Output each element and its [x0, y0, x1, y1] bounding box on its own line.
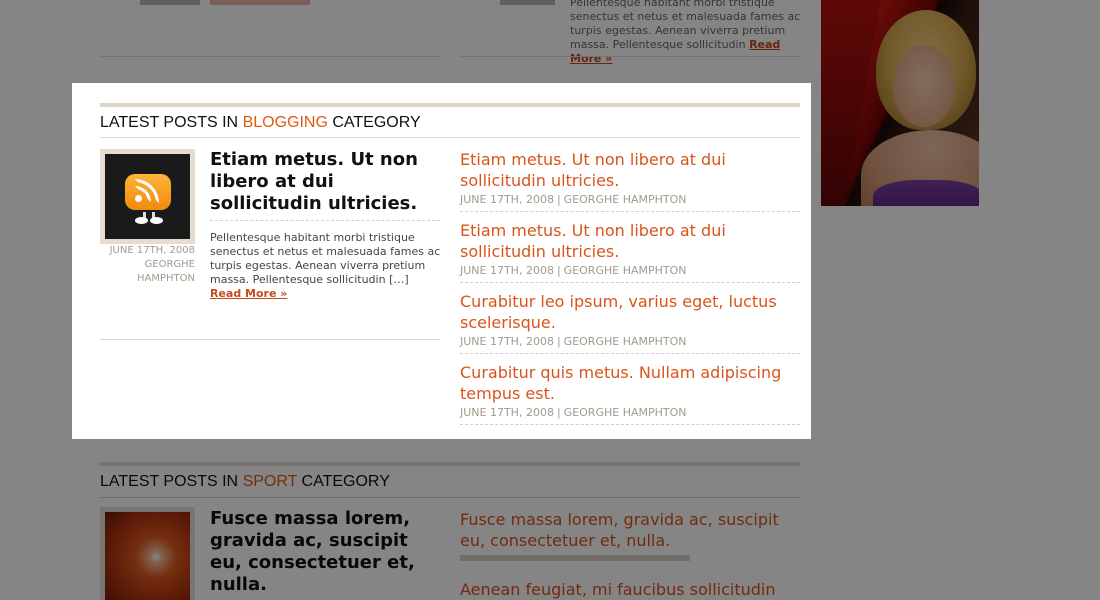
post-meta: June 17th, 2008 | Georghe Hamphton: [460, 193, 687, 206]
post-date: June 17th, 2008: [109, 245, 195, 256]
section-title-rule: [100, 137, 800, 138]
list-item: Etiam metus. Ut non libero at dui sollic…: [460, 149, 800, 212]
post-meta: June 17th, 2008 | Georghe Hamphton: [460, 335, 687, 348]
featured-post-title[interactable]: Etiam metus. Ut non libero at dui sollic…: [210, 149, 442, 215]
rss-icon: [125, 174, 171, 210]
list-item: Etiam metus. Ut non libero at dui sollic…: [460, 220, 800, 283]
post-author: Georghe Hamphton: [137, 259, 195, 284]
post-title-link[interactable]: Etiam metus. Ut non libero at dui sollic…: [460, 220, 800, 262]
featured-post-thumbnail[interactable]: [100, 149, 195, 244]
featured-post-excerpt: Pellentesque habitant morbi tristique se…: [210, 231, 441, 300]
featured-post-meta: June 17th, 2008 Georghe Hamphton: [100, 244, 195, 286]
read-more-link[interactable]: Read More »: [210, 287, 287, 300]
list-item: Curabitur leo ipsum, varius eget, luctus…: [460, 291, 800, 354]
divider: [100, 339, 440, 340]
post-meta: June 17th, 2008 | Georghe Hamphton: [460, 264, 687, 277]
post-meta: June 17th, 2008 | Georghe Hamphton: [460, 406, 687, 419]
rss-mascot-feet-icon: [133, 212, 165, 224]
post-list: Etiam metus. Ut non libero at dui sollic…: [460, 149, 800, 433]
post-title-link[interactable]: Curabitur leo ipsum, varius eget, luctus…: [460, 291, 800, 333]
thumbnail-image: [105, 154, 190, 239]
post-title-link[interactable]: Etiam metus. Ut non libero at dui sollic…: [460, 149, 800, 191]
divider: [210, 220, 440, 221]
blogging-section-panel: Latest posts in Blogging category June 1…: [72, 83, 811, 439]
section-top-rule: [100, 103, 800, 107]
section-title: Latest posts in Blogging category: [100, 114, 421, 131]
category-link-blogging[interactable]: Blogging: [243, 114, 328, 131]
post-title-link[interactable]: Curabitur quis metus. Nullam adipiscing …: [460, 362, 800, 404]
list-item: Curabitur quis metus. Nullam adipiscing …: [460, 362, 800, 425]
